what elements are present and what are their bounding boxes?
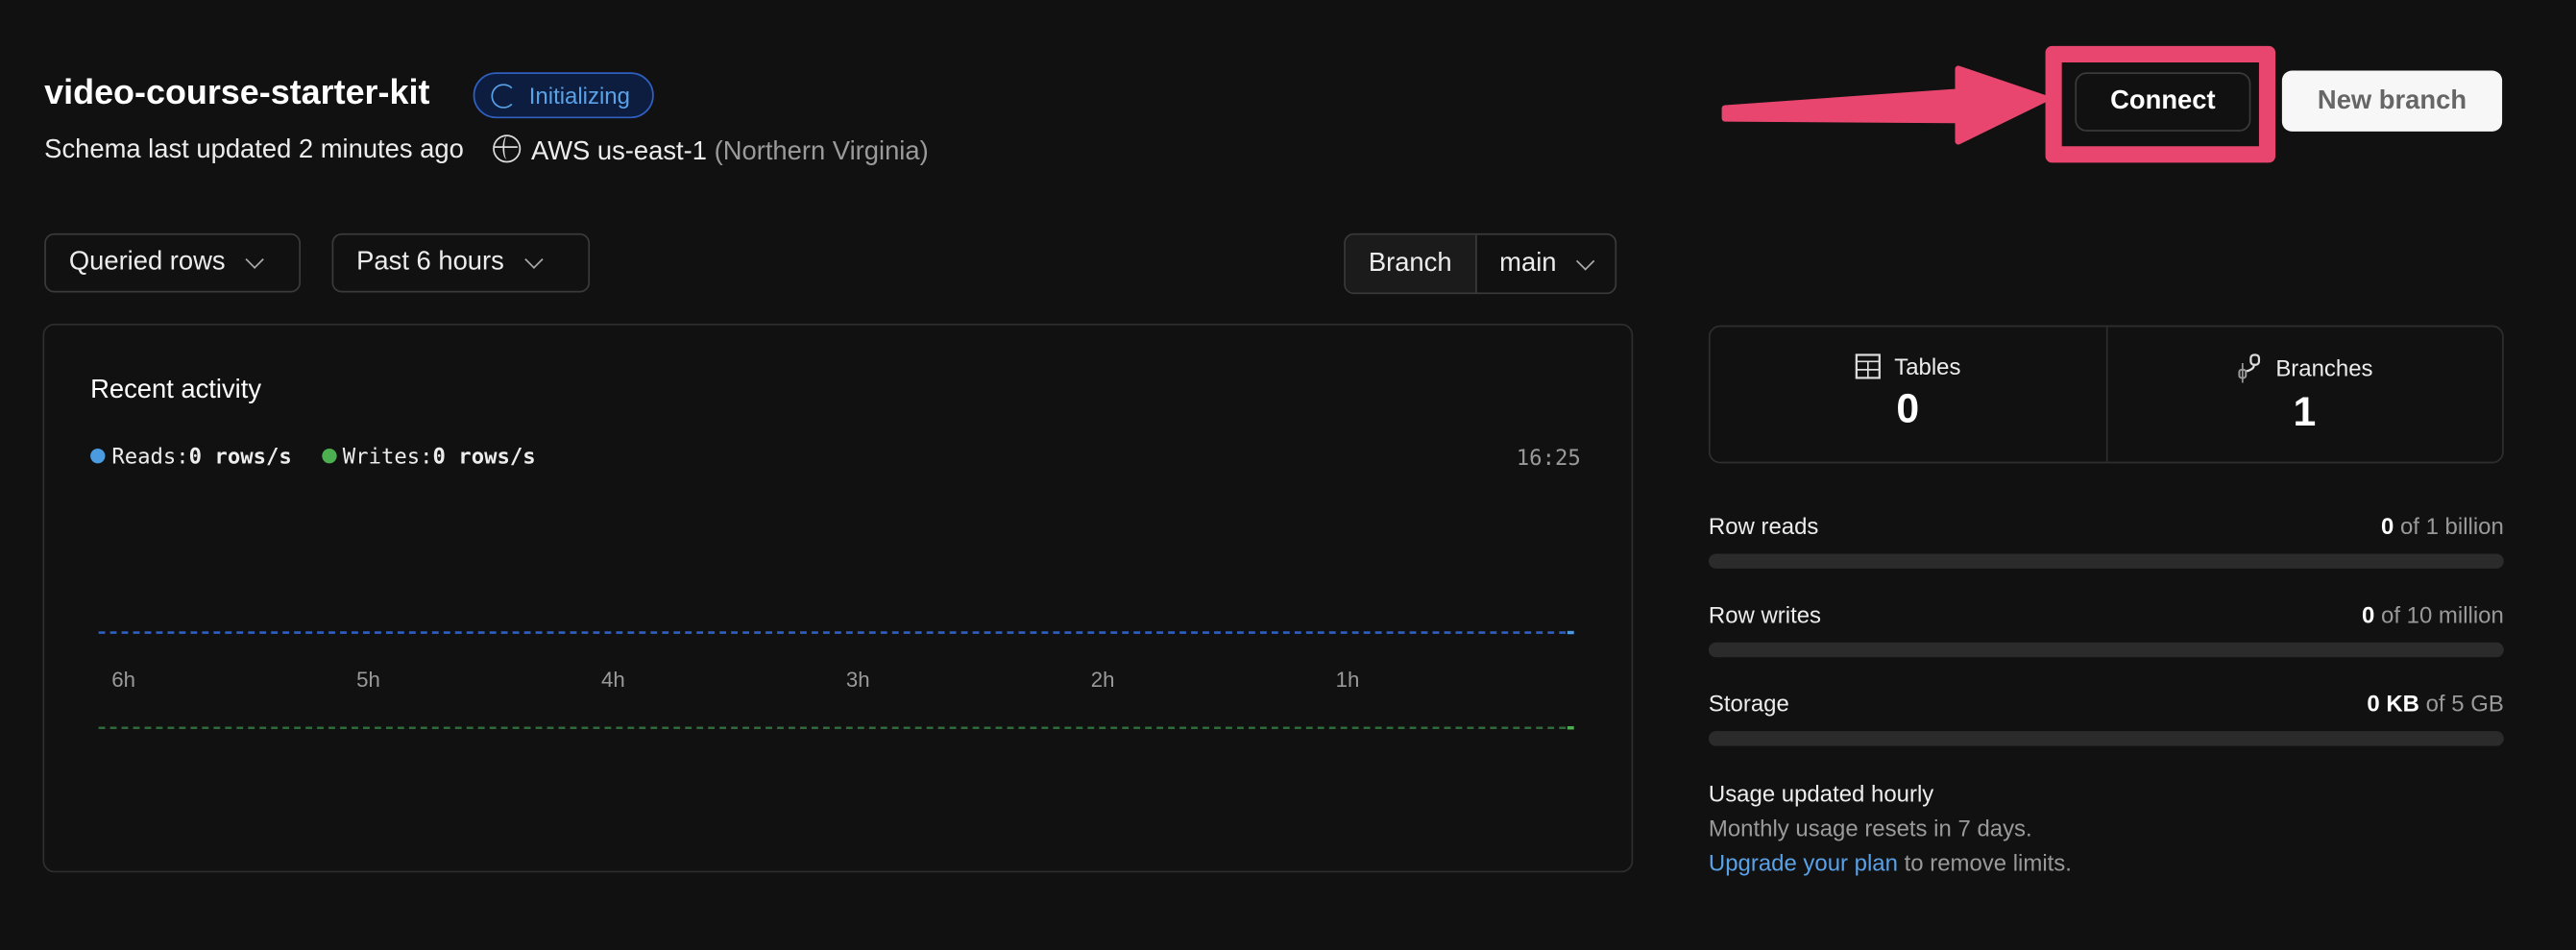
x-tick-label: 2h	[1091, 668, 1115, 692]
status-badge: Initializing	[473, 72, 655, 119]
branch-label: Branch	[1345, 234, 1477, 293]
x-tick-label: 5h	[356, 668, 380, 692]
table-icon	[1855, 353, 1881, 379]
usage-value: 0	[2380, 512, 2394, 540]
x-tick-label: 4h	[601, 668, 625, 692]
usage-progress-bar	[1708, 553, 2504, 569]
usage-row: Row reads 0 of 1 billion	[1708, 512, 2504, 569]
usage-progress-bar	[1708, 642, 2504, 658]
spinner-icon	[491, 83, 517, 109]
stat-branches: Branches 1	[2105, 327, 2502, 462]
tables-count: 0	[1896, 385, 1920, 432]
new-branch-button[interactable]: New branch	[2281, 70, 2503, 132]
usage-limit: of 5 GB	[2425, 690, 2504, 717]
x-tick-label: 3h	[846, 668, 870, 692]
chevron-down-icon	[245, 250, 265, 269]
stat-tables: Tables 0	[1711, 327, 2105, 461]
legend-writes: Writes:0 rows/s	[321, 445, 536, 471]
globe-icon	[493, 134, 522, 163]
writes-dot-icon	[321, 448, 336, 464]
region-name: AWS us-east-1	[530, 137, 707, 166]
x-tick-label: 1h	[1336, 668, 1360, 692]
upgrade-rest-text: to remove limits.	[1904, 849, 2072, 876]
usage-footer-title: Usage updated hourly	[1708, 780, 1934, 807]
metric-dropdown[interactable]: Queried rows	[44, 232, 302, 293]
usage-footer: Usage updated hourly Monthly usage reset…	[1709, 777, 2072, 881]
region-detail: (Northern Virginia)	[714, 137, 929, 166]
writes-label: Writes:	[342, 445, 433, 471]
arrow-annotation-icon	[1721, 65, 2049, 145]
range-value: Past 6 hours	[356, 248, 504, 277]
usage-value: 0	[2362, 601, 2375, 628]
chart-time: 16:25	[1516, 447, 1581, 472]
status-label: Initializing	[528, 82, 630, 109]
usage-row: Row writes 0 of 10 million	[1708, 601, 2504, 658]
range-dropdown[interactable]: Past 6 hours	[331, 232, 591, 293]
usage-limit: of 10 million	[2381, 601, 2504, 628]
branch-icon	[2238, 353, 2261, 383]
tables-label: Tables	[1894, 353, 1961, 380]
usage-label: Row reads	[1708, 512, 1819, 540]
upgrade-plan-link[interactable]: Upgrade your plan	[1709, 849, 1898, 875]
usage-limit: of 1 billion	[2399, 512, 2504, 540]
stats-panel: Tables 0 Branches 1	[1708, 325, 2504, 464]
usage-row: Storage 0 KB of 5 GB	[1708, 690, 2504, 746]
branch-selector[interactable]: Branch main	[1344, 232, 1617, 295]
writes-value: 0 rows/s	[432, 445, 536, 471]
activity-title: Recent activity	[90, 376, 262, 404]
usage-progress-bar	[1708, 731, 2504, 746]
usage-value: 0 KB	[2367, 690, 2419, 717]
connect-button[interactable]: Connect	[2075, 72, 2251, 132]
chevron-down-icon	[1576, 251, 1595, 270]
usage-reset-text: Monthly usage resets in 7 days.	[1708, 815, 2032, 841]
chevron-down-icon	[523, 250, 544, 269]
series-end-marker	[1567, 630, 1574, 635]
branch-dropdown[interactable]: main	[1476, 235, 1616, 293]
series-end-marker	[1567, 726, 1574, 730]
x-tick-label: 6h	[111, 668, 135, 692]
chart-legend: Reads:0 rows/s Writes:0 rows/s	[90, 445, 536, 471]
usage-label: Row writes	[1708, 601, 1822, 628]
region: AWS us-east-1 (Northern Virginia)	[493, 134, 929, 167]
schema-updated: Schema last updated 2 minutes ago	[44, 135, 464, 165]
branch-value: main	[1499, 249, 1557, 278]
branches-count: 1	[2293, 389, 2317, 436]
metric-value: Queried rows	[68, 248, 226, 277]
legend-reads: Reads:0 rows/s	[90, 445, 292, 471]
branches-label: Branches	[2275, 354, 2373, 381]
reads-dot-icon	[90, 448, 106, 464]
database-meta: Schema last updated 2 minutes ago AWS us…	[44, 134, 929, 167]
database-title: video-course-starter-kit	[44, 73, 430, 112]
activity-chart: 6h 5h 4h 3h 2h 1h	[98, 630, 1574, 730]
reads-label: Reads:	[111, 445, 189, 471]
usage-label: Storage	[1708, 690, 1789, 717]
activity-card	[42, 323, 1634, 873]
reads-value: 0 rows/s	[188, 445, 292, 471]
